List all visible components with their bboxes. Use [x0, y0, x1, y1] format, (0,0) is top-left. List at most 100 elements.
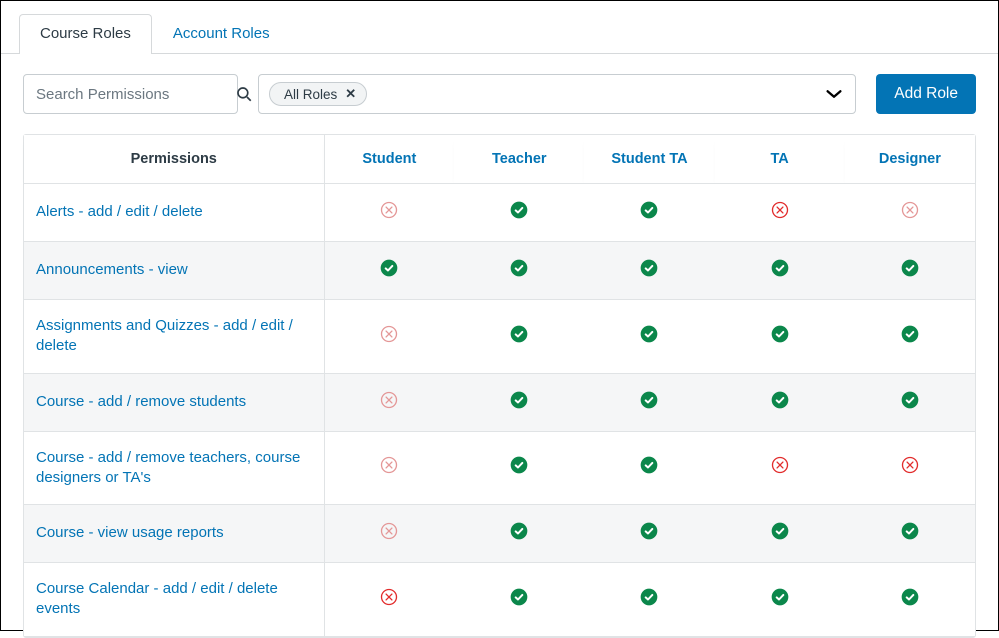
permission-cell	[584, 563, 714, 637]
tab-course-roles[interactable]: Course Roles	[19, 14, 152, 54]
header-role[interactable]: TA	[715, 135, 845, 184]
check-circle-icon[interactable]	[639, 521, 659, 541]
header-role[interactable]: Student	[324, 135, 454, 184]
tab-label: Account Roles	[173, 25, 270, 42]
check-circle-icon[interactable]	[509, 455, 529, 475]
check-circle-icon[interactable]	[770, 390, 790, 410]
check-circle-icon[interactable]	[639, 390, 659, 410]
check-circle-icon[interactable]	[900, 390, 920, 410]
permission-cell	[454, 431, 584, 505]
permission-cell	[584, 373, 714, 431]
header-role[interactable]: Student TA	[584, 135, 714, 184]
permission-cell	[584, 242, 714, 300]
permissions-table: Permissions Student Teacher Student TA T…	[24, 135, 975, 637]
permission-cell	[715, 505, 845, 563]
permission-link[interactable]: Announcements - view	[36, 260, 188, 280]
x-circle-icon[interactable]	[379, 455, 399, 475]
tabs-bar: Course Roles Account Roles	[1, 1, 998, 54]
search-input[interactable]	[36, 86, 235, 103]
x-circle-icon[interactable]	[900, 200, 920, 220]
table-header-row: Permissions Student Teacher Student TA T…	[24, 135, 975, 184]
check-circle-icon[interactable]	[770, 587, 790, 607]
permission-cell	[454, 184, 584, 242]
permission-cell	[845, 300, 975, 374]
check-circle-icon[interactable]	[639, 324, 659, 344]
check-circle-icon[interactable]	[900, 521, 920, 541]
permission-cell	[324, 563, 454, 637]
tab-account-roles[interactable]: Account Roles	[152, 14, 291, 54]
permission-link[interactable]: Assignments and Quizzes - add / edit / d…	[36, 316, 312, 357]
permission-link[interactable]: Course - view usage reports	[36, 523, 224, 543]
permission-cell	[584, 505, 714, 563]
check-circle-icon[interactable]	[770, 521, 790, 541]
permission-cell	[715, 300, 845, 374]
x-circle-icon[interactable]	[379, 587, 399, 607]
add-role-button[interactable]: Add Role	[876, 74, 976, 114]
permission-cell	[454, 300, 584, 374]
permission-cell	[454, 242, 584, 300]
x-circle-icon[interactable]	[379, 200, 399, 220]
header-permissions: Permissions	[24, 135, 324, 184]
tab-label: Course Roles	[40, 25, 131, 42]
table-row: Course Calendar - add / edit / delete ev…	[24, 563, 975, 637]
check-circle-icon[interactable]	[900, 324, 920, 344]
filter-chip: All Roles ✕	[269, 82, 367, 106]
x-circle-icon[interactable]	[379, 324, 399, 344]
check-circle-icon[interactable]	[639, 455, 659, 475]
table-row: Assignments and Quizzes - add / edit / d…	[24, 300, 975, 374]
search-icon	[235, 85, 253, 103]
button-label: Add Role	[894, 85, 958, 102]
check-circle-icon[interactable]	[379, 258, 399, 278]
permission-cell	[454, 505, 584, 563]
header-role[interactable]: Teacher	[454, 135, 584, 184]
permission-cell	[715, 184, 845, 242]
permissions-table-container: Permissions Student Teacher Student TA T…	[23, 134, 976, 638]
permission-cell	[845, 373, 975, 431]
permission-cell	[454, 563, 584, 637]
permission-cell	[715, 563, 845, 637]
check-circle-icon[interactable]	[770, 324, 790, 344]
check-circle-icon[interactable]	[509, 258, 529, 278]
permission-cell	[584, 184, 714, 242]
search-container	[23, 74, 238, 114]
check-circle-icon[interactable]	[639, 200, 659, 220]
close-icon[interactable]: ✕	[345, 86, 356, 102]
x-circle-icon[interactable]	[379, 390, 399, 410]
permission-cell	[324, 300, 454, 374]
permission-cell	[715, 242, 845, 300]
check-circle-icon[interactable]	[509, 521, 529, 541]
permission-cell	[324, 505, 454, 563]
check-circle-icon[interactable]	[509, 324, 529, 344]
permission-link[interactable]: Course - add / remove students	[36, 392, 246, 412]
permission-cell	[845, 563, 975, 637]
x-circle-icon[interactable]	[770, 200, 790, 220]
header-role[interactable]: Designer	[845, 135, 975, 184]
permission-cell	[324, 184, 454, 242]
table-row: Announcements - view	[24, 242, 975, 300]
check-circle-icon[interactable]	[770, 258, 790, 278]
permission-cell	[845, 184, 975, 242]
check-circle-icon[interactable]	[900, 587, 920, 607]
table-row: Course - view usage reports	[24, 505, 975, 563]
permission-cell	[845, 242, 975, 300]
filter-chip-label: All Roles	[284, 87, 337, 102]
permission-link[interactable]: Course - add / remove teachers, course d…	[36, 448, 312, 489]
role-filter-dropdown[interactable]: All Roles ✕	[258, 74, 856, 114]
x-circle-icon[interactable]	[900, 455, 920, 475]
chevron-down-icon	[823, 83, 845, 105]
permission-link[interactable]: Course Calendar - add / edit / delete ev…	[36, 579, 312, 620]
permission-cell	[324, 373, 454, 431]
check-circle-icon[interactable]	[509, 390, 529, 410]
page-container: Course Roles Account Roles All Roles ✕	[0, 0, 999, 631]
check-circle-icon[interactable]	[509, 587, 529, 607]
check-circle-icon[interactable]	[639, 258, 659, 278]
check-circle-icon[interactable]	[509, 200, 529, 220]
permission-cell	[454, 373, 584, 431]
check-circle-icon[interactable]	[639, 587, 659, 607]
permission-cell	[324, 242, 454, 300]
permission-link[interactable]: Alerts - add / edit / delete	[36, 202, 203, 222]
check-circle-icon[interactable]	[900, 258, 920, 278]
x-circle-icon[interactable]	[379, 521, 399, 541]
x-circle-icon[interactable]	[770, 455, 790, 475]
permission-cell	[715, 431, 845, 505]
